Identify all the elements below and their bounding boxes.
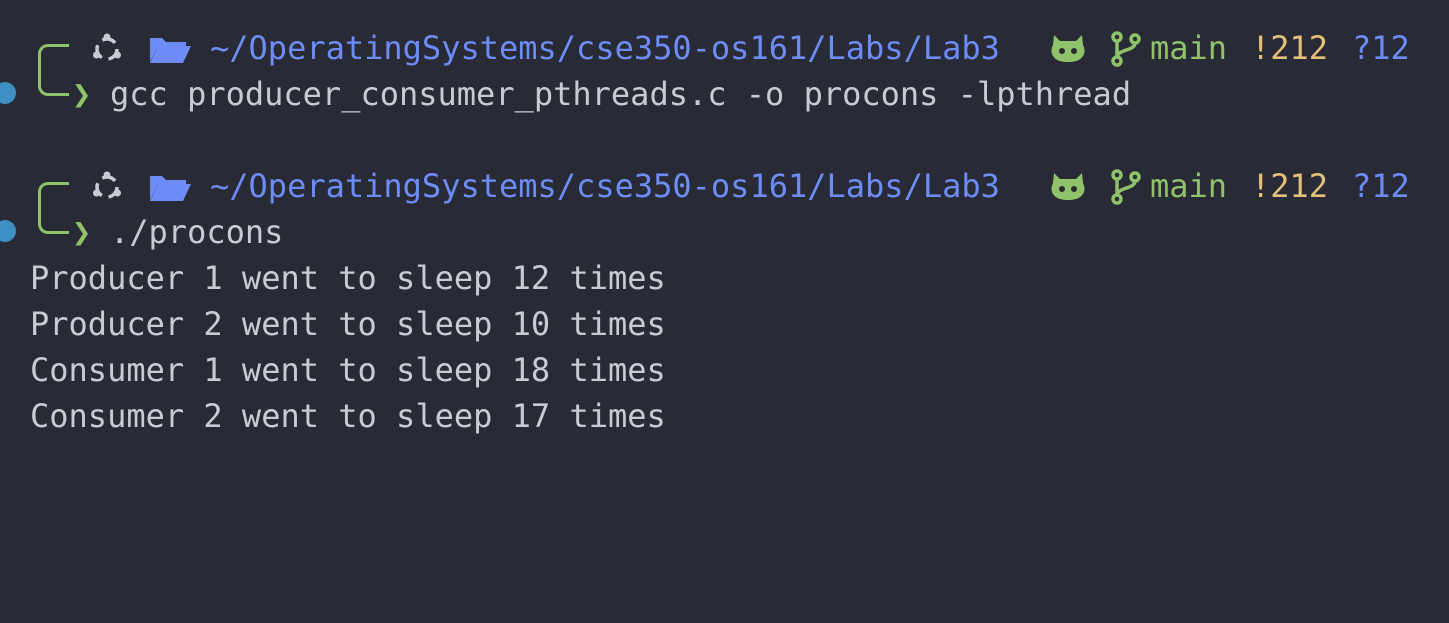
prompt-modified-count: !212: [1251, 29, 1329, 67]
output-line: Consumer 2 went to sleep 17 times: [30, 397, 666, 435]
prompt-command-line: ❯ ./procons: [0, 209, 283, 255]
folder-icon: [150, 38, 191, 63]
prompt-modified-count: !212: [1251, 167, 1329, 205]
prompt-arrow: ❯: [72, 75, 92, 113]
prompt-untracked-count: ?12: [1352, 167, 1410, 205]
prompt-info-line: ~/OperatingSystems/cse350-os161/Labs/Lab…: [0, 25, 1410, 71]
output-line: Producer 2 went to sleep 10 times: [30, 305, 666, 343]
command-text[interactable]: ./procons: [110, 209, 283, 255]
git-branch-icon: [1111, 31, 1141, 67]
prompt-path: ~/OperatingSystems/cse350-os161/Labs/Lab…: [210, 29, 1000, 67]
ubuntu-icon: [93, 171, 121, 199]
github-icon: [1051, 35, 1085, 62]
github-icon: [1051, 173, 1085, 200]
git-branch-icon: [1111, 169, 1141, 205]
output-line: Producer 1 went to sleep 12 times: [30, 259, 666, 297]
folder-icon: [150, 176, 191, 201]
prompt-path: ~/OperatingSystems/cse350-os161/Labs/Lab…: [210, 167, 1000, 205]
prompt-untracked-count: ?12: [1352, 29, 1410, 67]
prompt-command-line: ❯ gcc producer_consumer_pthreads.c -o pr…: [0, 71, 1131, 117]
prompt-branch: main: [1150, 29, 1228, 67]
ubuntu-icon: [93, 33, 121, 61]
command-text[interactable]: gcc producer_consumer_pthreads.c -o proc…: [110, 71, 1131, 117]
prompt-info-line: ~/OperatingSystems/cse350-os161/Labs/Lab…: [0, 163, 1410, 209]
prompt-branch: main: [1150, 167, 1228, 205]
output-line: Consumer 1 went to sleep 18 times: [30, 351, 666, 389]
prompt-arrow: ❯: [72, 213, 92, 251]
